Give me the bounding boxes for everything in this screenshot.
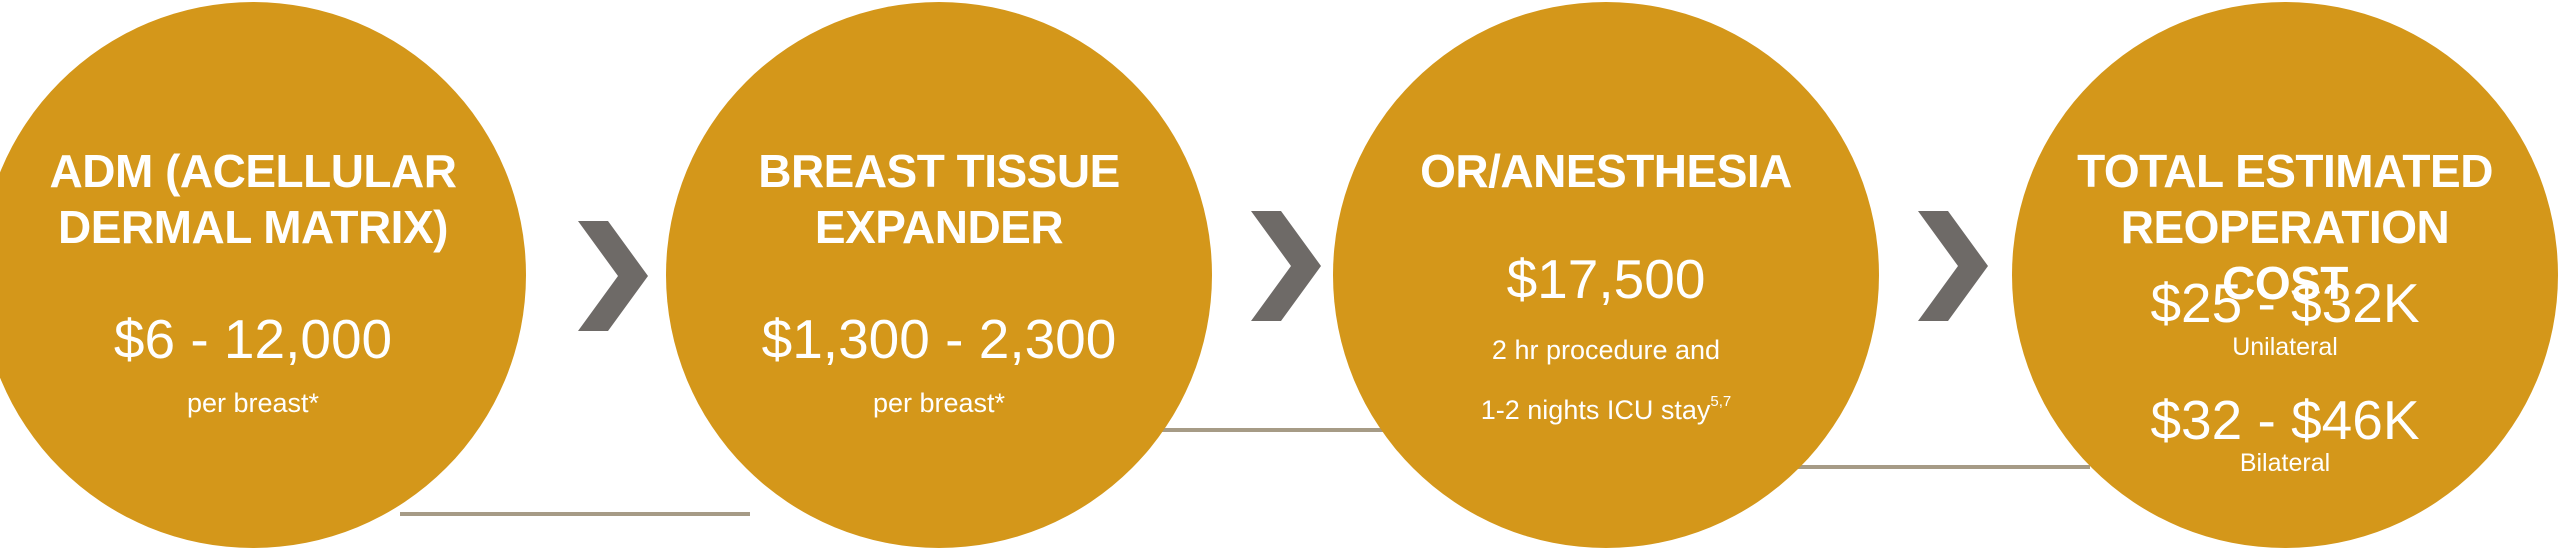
step-tissue-expander-note: per breast* [872, 388, 1006, 418]
citation-superscript: 5,7 [1710, 393, 1732, 410]
step-tissue-expander-price: $1,300 - 2,300 [761, 308, 1117, 370]
step-adm-heading: ADM (ACELLULAR DERMAL MATRIX) [30, 143, 476, 255]
step-tissue-expander-heading-line2: EXPANDER [814, 201, 1064, 253]
step-or-anesthesia: OR/ANESTHESIA $17,500 2 hr procedure and… [1333, 2, 1879, 548]
step-adm-heading-line2: DERMAL MATRIX) [58, 201, 448, 253]
step-or-anesthesia-note-line1: 2 hr procedure and [1491, 335, 1721, 365]
connector-line-1 [400, 512, 750, 516]
chevron-right-icon [578, 221, 648, 331]
step-or-anesthesia-price: $17,500 [1506, 248, 1706, 310]
step-tissue-expander-heading-line1: BREAST TISSUE [758, 145, 1120, 197]
bilateral-price: $32 - $46K [2150, 389, 2420, 451]
unilateral-label: Unilateral [2232, 333, 2338, 361]
step-tissue-expander: BREAST TISSUE EXPANDER $1,300 - 2,300 pe… [666, 2, 1212, 548]
step-total-cost: TOTAL ESTIMATED REOPERATION COST $25 - $… [2012, 2, 2558, 548]
step-tissue-expander-heading: BREAST TISSUE EXPANDER [716, 143, 1162, 255]
step-adm-price: $6 - 12,000 [113, 308, 393, 370]
step-total-cost-heading-line1: TOTAL ESTIMATED [2077, 145, 2493, 197]
step-adm: ADM (ACELLULAR DERMAL MATRIX) $6 - 12,00… [0, 2, 526, 548]
step-adm-note: per breast* [186, 388, 320, 418]
chevron-right-icon [1251, 211, 1321, 321]
step-or-anesthesia-heading: OR/ANESTHESIA [1383, 143, 1829, 199]
unilateral-price: $25 - $32K [2150, 272, 2420, 334]
chevron-right-icon [1918, 211, 1988, 321]
step-or-anesthesia-note-line2: 1-2 nights ICU stay5,7 [1353, 392, 1859, 428]
step-or-anesthesia-note-line2-text: 1-2 nights ICU stay [1480, 395, 1711, 425]
bilateral-label: Bilateral [2239, 449, 2331, 477]
step-adm-heading-line1: ADM (ACELLULAR [49, 145, 457, 197]
step-or-anesthesia-heading-line1: OR/ANESTHESIA [1420, 145, 1792, 197]
